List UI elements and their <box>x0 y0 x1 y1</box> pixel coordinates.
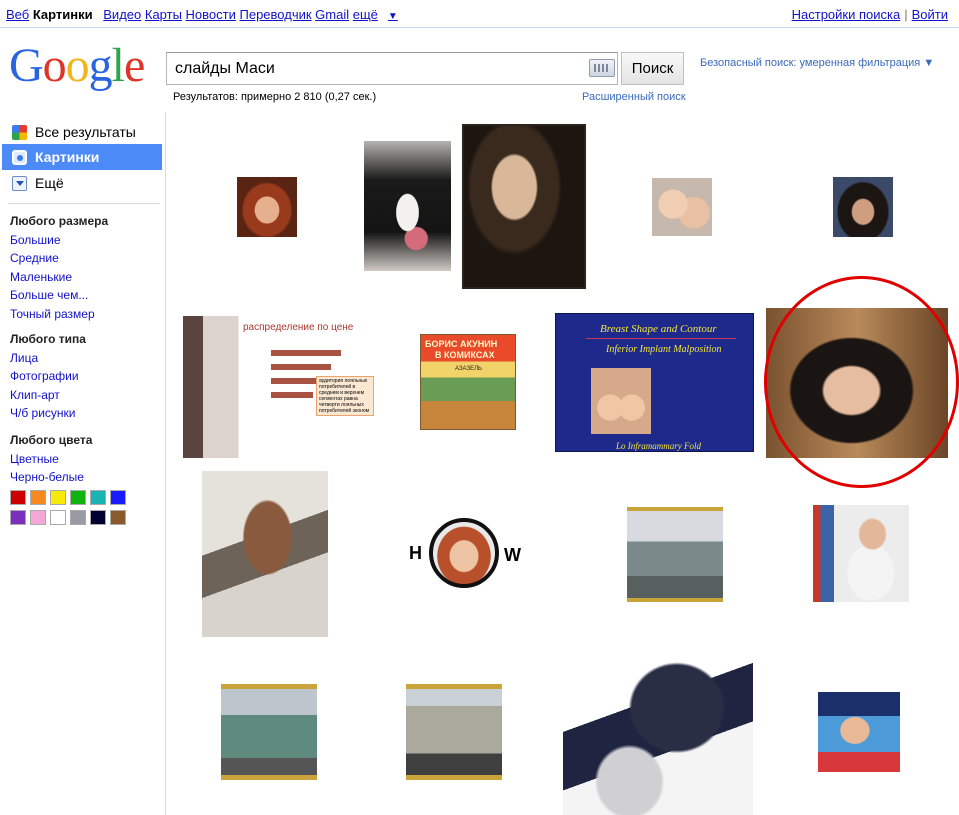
color-swatch[interactable] <box>90 490 106 505</box>
search-button[interactable]: Поиск <box>621 52 684 85</box>
search-input[interactable]: слайды Маси <box>166 52 618 85</box>
how-letter-w: W <box>504 545 521 565</box>
image-result-house-facade-1[interactable] <box>221 684 317 780</box>
login-link[interactable]: Войти <box>912 7 948 22</box>
search-settings-link[interactable]: Настройки поиска <box>792 7 901 22</box>
slide-note: аудитория лояльных потребителей в средне… <box>319 378 370 414</box>
color-swatch[interactable] <box>30 490 46 505</box>
chevron-down-icon: ▼ <box>387 11 398 22</box>
image-result-price-chart-slide[interactable]: распределение по цене аудитория лояльных… <box>183 316 381 458</box>
results-count: Результатов: примерно 2 810 (0,27 сек.) <box>173 91 377 103</box>
nav-video[interactable]: Видео <box>103 7 141 22</box>
image-result-tree-cat-sculpture[interactable] <box>202 471 328 637</box>
mode-images[interactable]: Картинки <box>2 144 162 170</box>
nav-gmail[interactable]: Gmail <box>315 7 349 22</box>
image-result-baby-faces[interactable] <box>652 178 712 236</box>
separator: | <box>904 7 908 22</box>
type-photos[interactable]: Фотографии <box>10 367 86 386</box>
image-result-dark-hair-person-highlighted[interactable] <box>766 308 948 458</box>
medical-slide-subtitle: Inferior Implant Malposition <box>606 344 722 355</box>
color-swatch[interactable] <box>110 490 126 505</box>
color-swatches <box>10 490 130 530</box>
type-faces[interactable]: Лица <box>10 349 86 368</box>
size-large[interactable]: Большие <box>10 231 108 250</box>
google-logo[interactable]: Google <box>9 40 145 92</box>
medical-slide-photo <box>591 368 651 434</box>
image-result-house-facade-2[interactable] <box>406 684 502 780</box>
divider <box>8 203 160 204</box>
comic-title-line2: В КОМИКСАХ <box>435 350 495 360</box>
image-result-how-logo[interactable]: H W <box>407 514 527 596</box>
type-lineart[interactable]: Ч/б рисунки <box>10 404 86 423</box>
type-filter-group: Любого типа Лица Фотографии Клип-арт Ч/б… <box>10 330 86 423</box>
size-filter-header: Любого размера <box>10 214 109 228</box>
color-swatch[interactable] <box>110 510 126 525</box>
size-small[interactable]: Маленькие <box>10 268 108 287</box>
size-medium[interactable]: Средние <box>10 249 108 268</box>
size-exact[interactable]: Точный размер <box>10 305 108 324</box>
slide-bar-2 <box>271 364 331 370</box>
size-larger-than[interactable]: Больше чем... <box>10 286 108 305</box>
medical-slide-rule <box>586 338 736 339</box>
nav-images-current: Картинки <box>32 7 93 22</box>
top-nav-bar: Веб Картинки Видео Карты Новости Перевод… <box>0 0 959 28</box>
comic-title-line3: АЗАЗЕЛЬ <box>455 366 482 372</box>
how-letter-h: H <box>409 543 422 563</box>
nav-news[interactable]: Новости <box>186 7 236 22</box>
how-circle-photo <box>429 518 499 588</box>
image-result-man-office[interactable] <box>813 505 909 602</box>
type-filter-header: Любого типа <box>10 332 86 346</box>
search-query: слайды Маси <box>175 60 275 77</box>
nav-translate[interactable]: Переводчик <box>240 7 312 22</box>
color-swatch[interactable] <box>50 490 66 505</box>
color-full[interactable]: Цветные <box>10 450 92 469</box>
medical-slide-title: Breast Shape and Contour <box>600 323 717 335</box>
slide-bar-4 <box>271 392 313 398</box>
nav-web[interactable]: Веб <box>6 7 29 22</box>
color-bw[interactable]: Черно-белые <box>10 468 92 487</box>
nav-more[interactable]: ещё ▼ <box>353 7 405 22</box>
image-result-woman-red-hair[interactable] <box>237 177 297 237</box>
image-result-man-sunglasses[interactable] <box>818 692 900 772</box>
nav-maps[interactable]: Карты <box>145 7 182 22</box>
medical-slide-footer: Lo Inframammary Fold <box>616 441 701 451</box>
image-result-girl-portrait[interactable] <box>462 124 586 289</box>
color-swatch[interactable] <box>70 490 86 505</box>
image-result-comic-cover[interactable]: БОРИС АКУНИН В КОМИКСАХ АЗАЗЕЛЬ <box>420 334 516 430</box>
image-result-building-street[interactable] <box>627 507 723 602</box>
nav-more-label: ещё <box>352 7 378 22</box>
mode-all-results[interactable]: Все результаты <box>2 119 162 145</box>
slide-note-box: аудитория лояльных потребителей в средне… <box>316 376 374 416</box>
color-filter-group: Любого цвета Цветные Черно-белые <box>10 431 92 487</box>
slide-bar-1 <box>271 350 341 356</box>
color-swatch[interactable] <box>10 490 26 505</box>
type-clipart[interactable]: Клип-арт <box>10 386 86 405</box>
safe-search-dropdown[interactable]: Безопасный поиск: умеренная фильтрация ▼ <box>700 57 934 69</box>
advanced-search-link[interactable]: Расширенный поиск <box>582 91 686 103</box>
slide-bar-3 <box>271 378 321 384</box>
virtual-keyboard-icon[interactable] <box>589 59 615 77</box>
chevron-down-icon <box>12 176 27 191</box>
color-swatch[interactable] <box>50 510 66 525</box>
color-swatch[interactable] <box>10 510 26 525</box>
image-result-anime-illustration[interactable] <box>563 650 753 815</box>
size-filter-group: Любого размера Большие Средние Маленькие… <box>10 212 108 324</box>
image-result-dog[interactable] <box>364 141 451 271</box>
left-sidebar: Все результаты Картинки Ещё Любого разме… <box>0 112 166 815</box>
color-swatch[interactable] <box>90 510 106 525</box>
all-results-icon <box>12 125 27 140</box>
slide-title: распределение по цене <box>243 322 354 333</box>
mode-more[interactable]: Ещё <box>2 170 162 196</box>
color-swatch[interactable] <box>30 510 46 525</box>
color-swatch[interactable] <box>70 510 86 525</box>
image-result-medical-slide[interactable]: Breast Shape and Contour Inferior Implan… <box>555 313 754 452</box>
camera-icon <box>12 150 27 165</box>
image-result-woman-dark-hair[interactable] <box>833 177 893 237</box>
color-filter-header: Любого цвета <box>10 433 93 447</box>
